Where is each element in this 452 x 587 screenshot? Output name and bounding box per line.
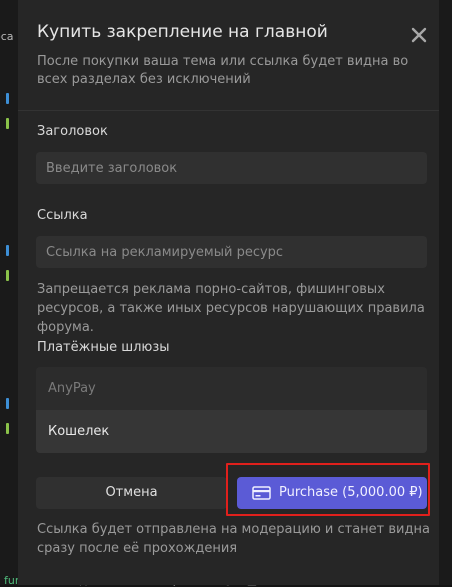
background-marker [6,398,9,409]
credit-card-icon [252,486,271,500]
moderation-note: Ссылка будет отправлена на модерацию и с… [37,522,430,556]
title-input[interactable] [36,152,427,184]
background-text: оса [0,30,14,43]
title-field-label: Заголовок [37,124,108,139]
background-marker [6,245,9,256]
rules-hint: Запрещается реклама порно-сайтов, фишинг… [37,282,425,335]
gateways-label: Платёжные шлюзы [37,340,170,355]
gateway-option-anypay[interactable]: AnyPay [36,367,427,410]
buy-pin-modal: Купить закрепление на главной После поку… [18,0,439,585]
background-marker [6,93,9,104]
link-field-label: Ссылка [37,208,88,223]
purchase-button[interactable]: Purchase (5,000.00 ₽) [237,477,427,509]
background-marker [6,423,9,434]
cancel-button[interactable]: Отмена [36,477,227,509]
modal-header: Купить закрепление на главной После поку… [18,0,439,111]
background-marker [6,270,9,281]
gateway-option-wallet[interactable]: Кошелек [36,410,427,453]
close-button[interactable] [409,25,429,45]
close-icon [411,27,427,43]
link-input[interactable] [36,236,427,268]
modal-title: Купить закрепление на главной [37,22,328,42]
purchase-button-label: Purchase (5,000.00 ₽) [279,485,423,500]
modal-subtitle: После покупки ваша тема или ссылка будет… [37,54,409,87]
background-marker [6,118,9,129]
payment-gateway-list: AnyPay Кошелек [36,367,427,453]
